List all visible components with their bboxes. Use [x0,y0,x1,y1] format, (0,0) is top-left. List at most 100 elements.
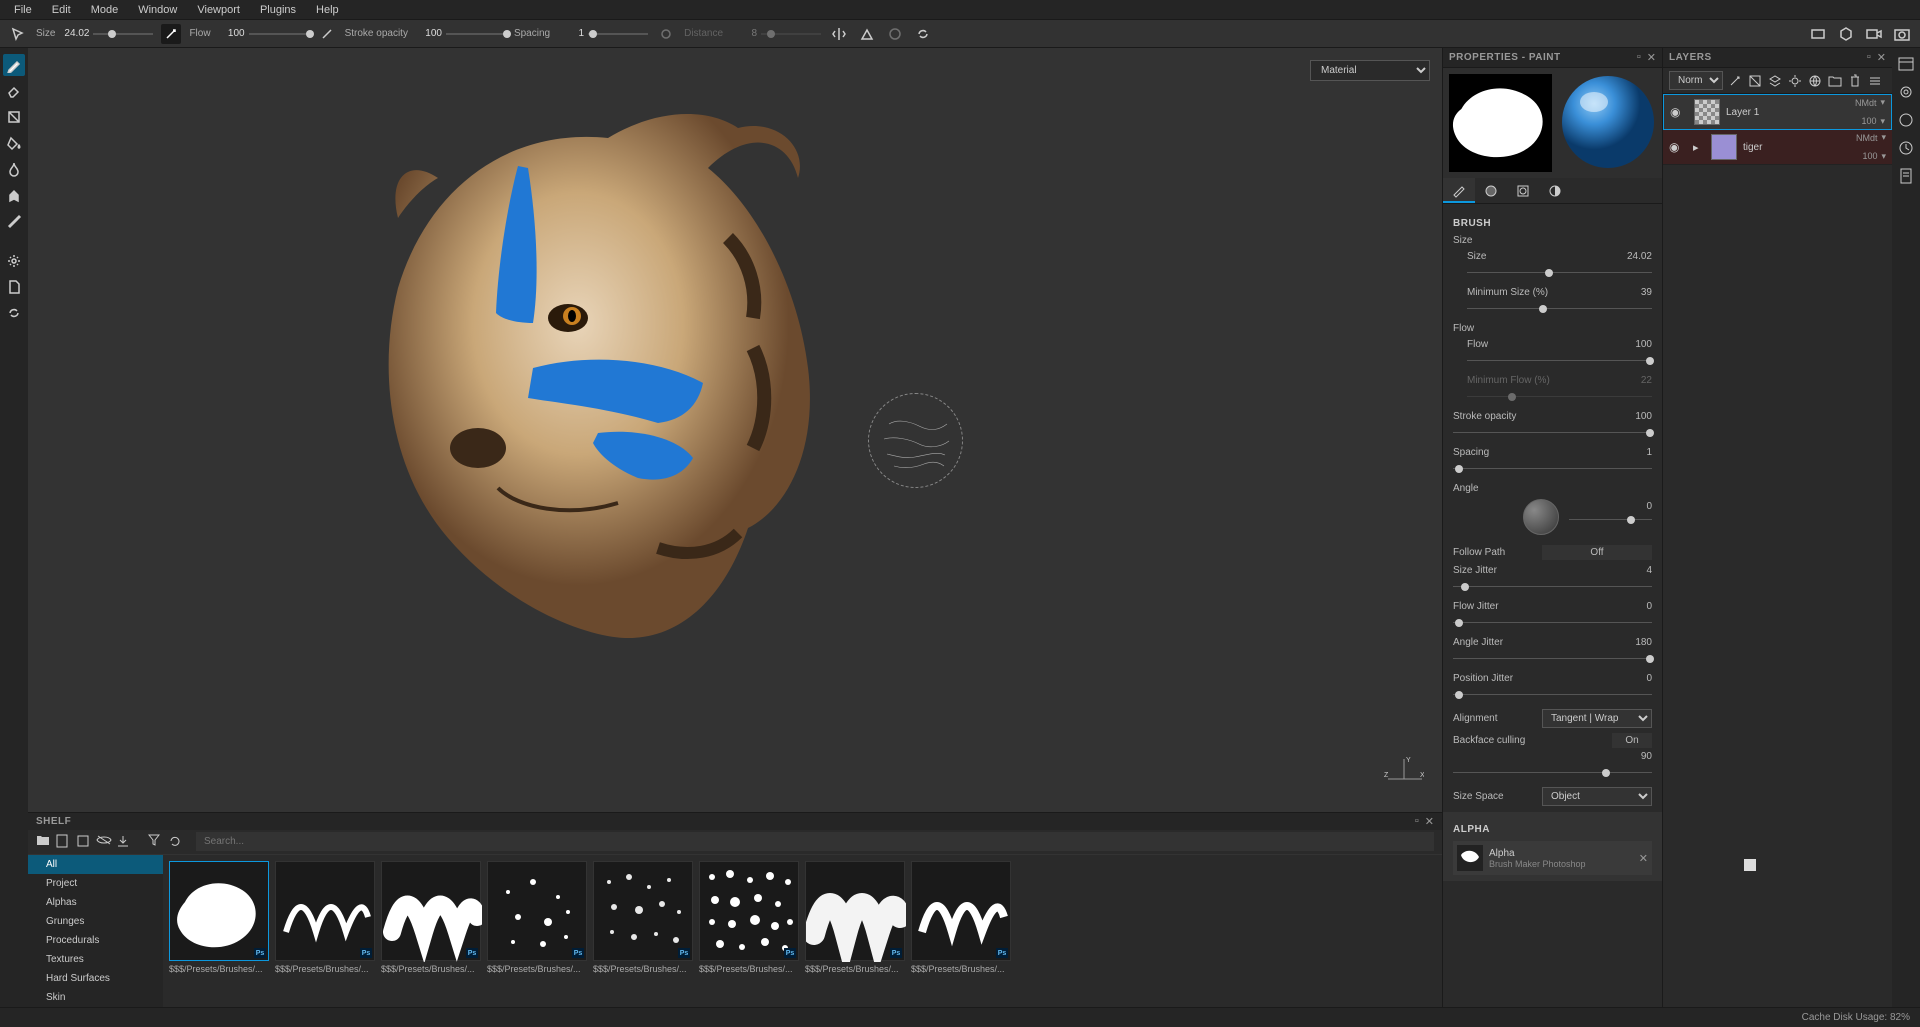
globe-icon[interactable] [1807,73,1823,89]
sizejitter-value[interactable]: 4 [1646,565,1652,576]
menu-file[interactable]: File [4,1,42,19]
layer-options-icon[interactable] [1867,73,1883,89]
chevron-down-icon[interactable]: ▾ [1881,132,1886,143]
shelf-cat-project[interactable]: Project [28,874,163,893]
strokeop-slider[interactable] [1453,427,1652,439]
eraser-tool[interactable] [3,80,25,102]
size-prop-slider[interactable] [1467,267,1652,279]
layer-stack-icon[interactable] [1767,73,1783,89]
chevron-down-icon[interactable]: ▾ [1880,97,1885,108]
shelf-item[interactable]: Ps$$$/Presets/Brushes/... [169,861,269,1001]
layer-row[interactable]: ◉ ▸ tiger NMdt▾ 100▾ [1663,130,1892,165]
strokeop-value[interactable]: 100 [1635,411,1652,422]
flow-prop-value[interactable]: 100 [1635,339,1652,350]
alpha-tab[interactable] [1475,178,1507,203]
paint-tool[interactable] [3,54,25,76]
shader-settings-icon[interactable] [1896,110,1916,130]
shelf-cat-procedurals[interactable]: Procedurals [28,931,163,950]
shelf-item[interactable]: Ps$$$/Presets/Brushes/... [805,861,905,1001]
shelf-item[interactable]: Ps$$$/Presets/Brushes/... [699,861,799,1001]
clone-tool[interactable] [3,184,25,206]
lazy-mouse-icon[interactable] [656,24,676,44]
flowjitter-value[interactable]: 0 [1646,601,1652,612]
shelf-item[interactable]: Ps$$$/Presets/Brushes/... [487,861,587,1001]
shelf-cat-grunges[interactable]: Grunges [28,912,163,931]
folder-toggle-icon[interactable]: ▸ [1693,141,1705,154]
chevron-down-icon[interactable]: ▾ [1881,151,1886,162]
layer-channels[interactable]: NMdt [1856,133,1878,143]
pressure-flow-icon[interactable] [317,24,337,44]
view-mode-icon[interactable] [1836,24,1856,44]
viewport-3d[interactable]: Material X Y Z [28,48,1442,812]
flow-prop-slider[interactable] [1467,355,1652,367]
sizespace-select[interactable]: Object [1542,787,1652,806]
menu-viewport[interactable]: Viewport [187,1,250,19]
size-value[interactable]: 24.02 [59,28,89,39]
layer-row[interactable]: ◉ Layer 1 NMdt▾ 100▾ [1663,94,1892,130]
angle-slider[interactable] [1569,514,1652,526]
brush-tab[interactable] [1443,178,1475,203]
anglejitter-slider[interactable] [1453,653,1652,665]
layer-visibility-icon[interactable]: ◉ [1669,140,1687,154]
shelf-item[interactable]: Ps$$$/Presets/Brushes/... [381,861,481,1001]
cursor-icon[interactable] [8,24,28,44]
alpha-remove-icon[interactable]: ✕ [1639,852,1648,865]
add-effect-icon[interactable] [1727,73,1743,89]
stroke-opacity-value[interactable]: 100 [412,28,442,39]
stroke-opacity-slider[interactable] [446,28,506,40]
backface-value[interactable]: 90 [1641,751,1652,762]
symmetry-icon[interactable] [829,24,849,44]
pressure-size-icon[interactable] [161,24,181,44]
layers-close-icon[interactable]: ✕ [1877,51,1886,64]
spacing-slider[interactable] [588,28,648,40]
spacing-value[interactable]: 1 [554,28,584,39]
alpha-item[interactable]: Alpha Brush Maker Photoshop ✕ [1453,841,1652,875]
menu-help[interactable]: Help [306,1,349,19]
properties-close-icon[interactable]: ✕ [1647,51,1656,64]
axis-gizmo[interactable]: X Y Z [1384,754,1424,794]
settings-shortcut[interactable] [3,250,25,272]
fill-tool[interactable] [3,132,25,154]
minsize-slider[interactable] [1467,303,1652,315]
delete-layer-icon[interactable] [1847,73,1863,89]
flow-value[interactable]: 100 [215,28,245,39]
flowjitter-slider[interactable] [1453,617,1652,629]
size-slider[interactable] [93,28,153,40]
add-mask-icon[interactable] [1747,73,1763,89]
posjitter-value[interactable]: 0 [1646,673,1652,684]
followpath-toggle[interactable]: Off [1542,545,1652,560]
display-settings-icon[interactable] [1896,82,1916,102]
backface-slider[interactable] [1453,767,1652,779]
shelf-cat-hardsurfaces[interactable]: Hard Surfaces [28,969,163,988]
spacing-prop-value[interactable]: 1 [1646,447,1652,458]
shelf-search-input[interactable] [196,832,1434,851]
perspective-icon[interactable] [1808,24,1828,44]
size-prop-value[interactable]: 24.02 [1627,251,1652,262]
posjitter-slider[interactable] [1453,689,1652,701]
angle-value[interactable]: 0 [1646,501,1652,512]
stencil-tab[interactable] [1507,178,1539,203]
spacing-prop-slider[interactable] [1453,463,1652,475]
shelf-filter-icon[interactable] [148,834,164,850]
shelf-save-icon[interactable] [76,834,92,850]
shelf-close-icon[interactable]: ✕ [1425,815,1434,828]
layer-visibility-icon[interactable]: ◉ [1670,105,1688,119]
refresh-icon[interactable] [913,24,933,44]
shelf-import-icon[interactable] [116,834,132,850]
camera-mode-icon[interactable] [1864,24,1884,44]
layers-restore-icon[interactable]: ▫ [1867,51,1871,64]
shelf-item[interactable]: Ps$$$/Presets/Brushes/... [911,861,1011,1001]
history-icon[interactable] [1896,138,1916,158]
shelf-cat-textures[interactable]: Textures [28,950,163,969]
radial-icon[interactable] [885,24,905,44]
minsize-value[interactable]: 39 [1641,287,1652,298]
shelf-item[interactable]: Ps$$$/Presets/Brushes/... [275,861,375,1001]
sync-shortcut[interactable] [3,302,25,324]
add-folder-icon[interactable] [1827,73,1843,89]
smudge-tool[interactable] [3,158,25,180]
log-icon[interactable] [1896,166,1916,186]
shelf-hide-icon[interactable] [96,834,112,850]
menu-plugins[interactable]: Plugins [250,1,306,19]
menu-edit[interactable]: Edit [42,1,81,19]
flow-slider[interactable] [249,28,309,40]
